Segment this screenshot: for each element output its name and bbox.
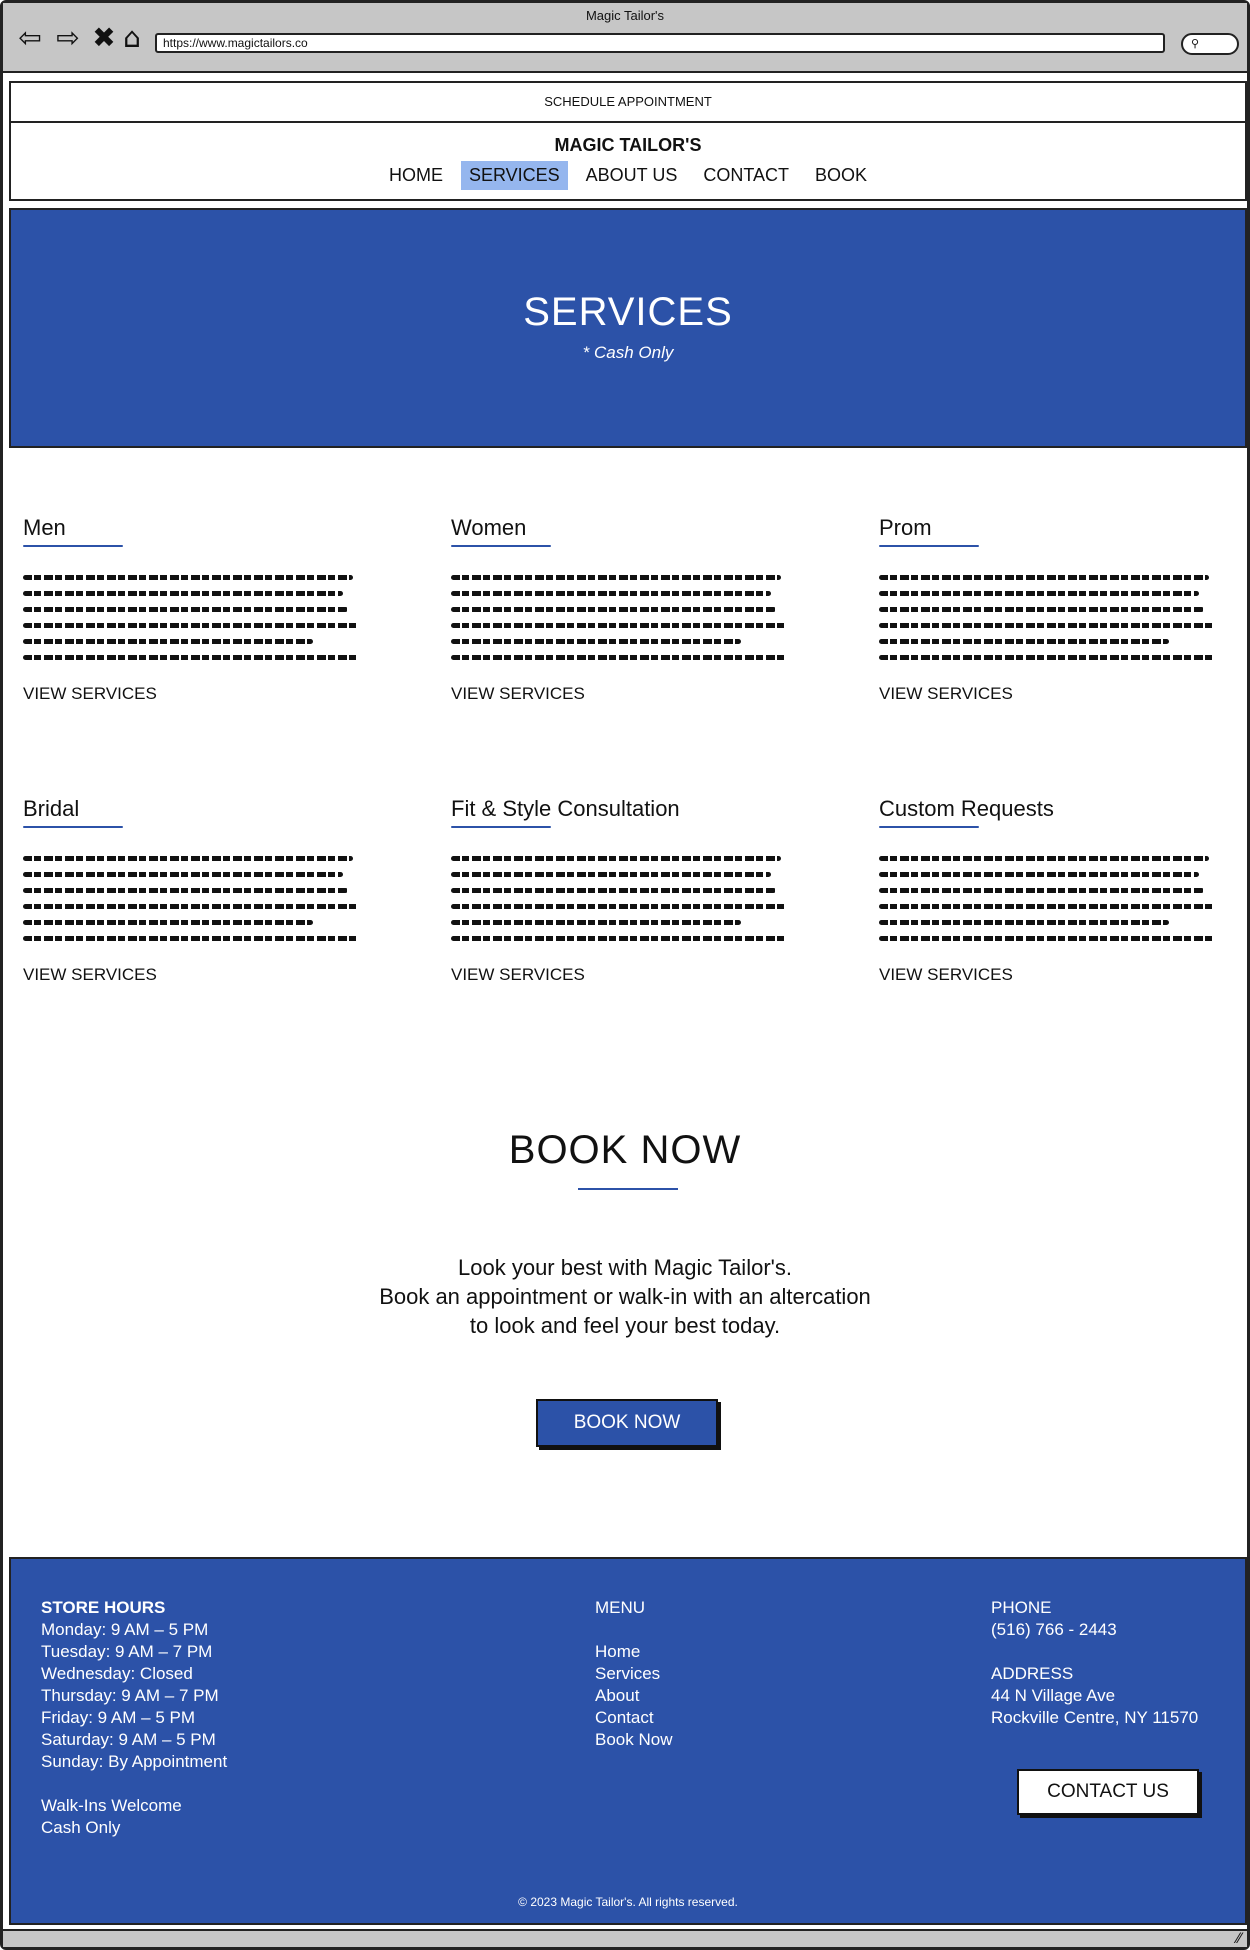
browser-chrome: Magic Tailor's ⇦ ⇨ ✖ ⌂ https://www.magic… <box>3 3 1247 73</box>
copyright-text: © 2023 Magic Tailor's. All rights reserv… <box>518 1895 738 1909</box>
view-services-link[interactable]: VIEW SERVICES <box>23 684 363 704</box>
heading-underline <box>578 1188 678 1190</box>
service-title: Prom <box>879 515 932 540</box>
search-icon: ⚲ <box>1191 37 1200 50</box>
footer-link-book-now[interactable]: Book Now <box>595 1729 672 1751</box>
cash-only-note: Cash Only <box>41 1818 121 1837</box>
hours-wednesday: Wednesday: Closed <box>41 1664 193 1683</box>
description-line: Look your best with Magic Tailor's. <box>458 1255 792 1280</box>
home-icon[interactable]: ⌂ <box>117 23 147 53</box>
brand-logo[interactable]: MAGIC TAILOR'S <box>11 135 1245 156</box>
service-card-women: Women VIEW SERVICES <box>451 515 791 704</box>
site-footer: STORE HOURS Monday: 9 AM – 5 PM Tuesday:… <box>9 1557 1247 1925</box>
window-title: Magic Tailor's <box>585 8 665 23</box>
browser-search[interactable]: ⚲ <box>1181 33 1239 55</box>
browser-window: Magic Tailor's ⇦ ⇨ ✖ ⌂ https://www.magic… <box>0 0 1250 1950</box>
nav-home[interactable]: HOME <box>381 161 451 190</box>
stop-icon[interactable]: ✖ <box>89 23 119 53</box>
store-hours-column: STORE HOURS Monday: 9 AM – 5 PM Tuesday:… <box>41 1597 227 1839</box>
back-arrow-icon[interactable]: ⇦ <box>15 23 45 53</box>
hours-sunday: Sunday: By Appointment <box>41 1752 228 1771</box>
schedule-appointment-bar[interactable]: SCHEDULE APPOINTMENT <box>9 81 1247 123</box>
phone-label: PHONE <box>991 1598 1052 1617</box>
service-title: Men <box>23 515 66 540</box>
service-title: Fit & Style Consultation <box>451 796 680 821</box>
site-header: MAGIC TAILOR'S HOME SERVICES ABOUT US CO… <box>9 123 1247 201</box>
resize-grip-icon[interactable]: ⁄⁄ <box>1236 1931 1241 1947</box>
service-card-bridal: Bridal VIEW SERVICES <box>23 796 363 985</box>
service-card-prom: Prom VIEW SERVICES <box>879 515 1219 704</box>
book-now-button[interactable]: BOOK NOW <box>536 1399 718 1447</box>
hours-saturday: Saturday: 9 AM – 5 PM <box>41 1730 216 1749</box>
hours-friday: Friday: 9 AM – 5 PM <box>41 1708 195 1727</box>
footer-link-home[interactable]: Home <box>595 1641 672 1663</box>
contact-us-button[interactable]: CONTACT US <box>1017 1769 1199 1815</box>
service-title: Women <box>451 515 527 540</box>
nav-book[interactable]: BOOK <box>807 161 875 190</box>
phone-number[interactable]: (516) 766 - 2443 <box>991 1619 1198 1641</box>
address-line-1: 44 N Village Ave <box>991 1686 1116 1705</box>
service-title: Custom Requests <box>879 796 1054 821</box>
title-underline <box>23 826 123 828</box>
address-line-2: Rockville Centre, NY 11570 <box>991 1708 1199 1727</box>
walk-ins-note: Walk-Ins Welcome <box>41 1796 182 1815</box>
placeholder-text <box>879 575 1219 660</box>
book-now-heading: BOOK NOW <box>508 1128 742 1172</box>
placeholder-text <box>451 856 791 941</box>
footer-link-services[interactable]: Services <box>595 1663 672 1685</box>
view-services-link[interactable]: VIEW SERVICES <box>879 965 1219 985</box>
hero-subtitle: * Cash Only <box>582 343 674 362</box>
title-underline <box>23 545 123 547</box>
book-now-description: Look your best with Magic Tailor's. Book… <box>3 1253 1247 1340</box>
hero-banner: SERVICES * Cash Only <box>9 208 1247 448</box>
placeholder-text <box>23 856 363 941</box>
store-hours-heading: STORE HOURS <box>41 1598 166 1617</box>
title-underline <box>451 826 551 828</box>
forward-arrow-icon[interactable]: ⇨ <box>53 23 83 53</box>
footer-contact-column: PHONE (516) 766 - 2443 ADDRESS 44 N Vill… <box>991 1597 1198 1729</box>
nav-about[interactable]: ABOUT US <box>578 161 686 190</box>
service-card-men: Men VIEW SERVICES <box>23 515 363 704</box>
url-bar[interactable]: https://www.magictailors.co <box>155 33 1165 53</box>
nav-contact[interactable]: CONTACT <box>695 161 797 190</box>
placeholder-text <box>23 575 363 660</box>
service-card-custom: Custom Requests VIEW SERVICES <box>879 796 1219 985</box>
view-services-link[interactable]: VIEW SERVICES <box>451 965 791 985</box>
hero-title: SERVICES <box>523 290 733 334</box>
view-services-link[interactable]: VIEW SERVICES <box>451 684 791 704</box>
description-line: to look and feel your best today. <box>469 1313 781 1338</box>
hours-tuesday: Tuesday: 9 AM – 7 PM <box>41 1642 213 1661</box>
address-label: ADDRESS <box>991 1664 1074 1683</box>
service-card-fit-style: Fit & Style Consultation VIEW SERVICES <box>451 796 791 985</box>
title-underline <box>879 826 979 828</box>
nav-services[interactable]: SERVICES <box>460 161 568 190</box>
title-underline <box>451 545 551 547</box>
view-services-link[interactable]: VIEW SERVICES <box>879 684 1219 704</box>
description-line: Book an appointment or walk-in with an a… <box>379 1284 871 1309</box>
footer-menu-column: MENU Home Services About Contact Book No… <box>595 1597 672 1751</box>
placeholder-text <box>451 575 791 660</box>
footer-menu-heading: MENU <box>595 1598 646 1617</box>
footer-link-about[interactable]: About <box>595 1685 672 1707</box>
browser-status-bar: ⁄⁄ <box>3 1929 1247 1947</box>
placeholder-text <box>879 856 1219 941</box>
title-underline <box>879 545 979 547</box>
view-services-link[interactable]: VIEW SERVICES <box>23 965 363 985</box>
hours-thursday: Thursday: 9 AM – 7 PM <box>41 1686 219 1705</box>
hours-monday: Monday: 9 AM – 5 PM <box>41 1620 209 1639</box>
main-nav: HOME SERVICES ABOUT US CONTACT BOOK <box>11 161 1245 190</box>
footer-link-contact[interactable]: Contact <box>595 1707 672 1729</box>
service-title: Bridal <box>23 796 80 821</box>
